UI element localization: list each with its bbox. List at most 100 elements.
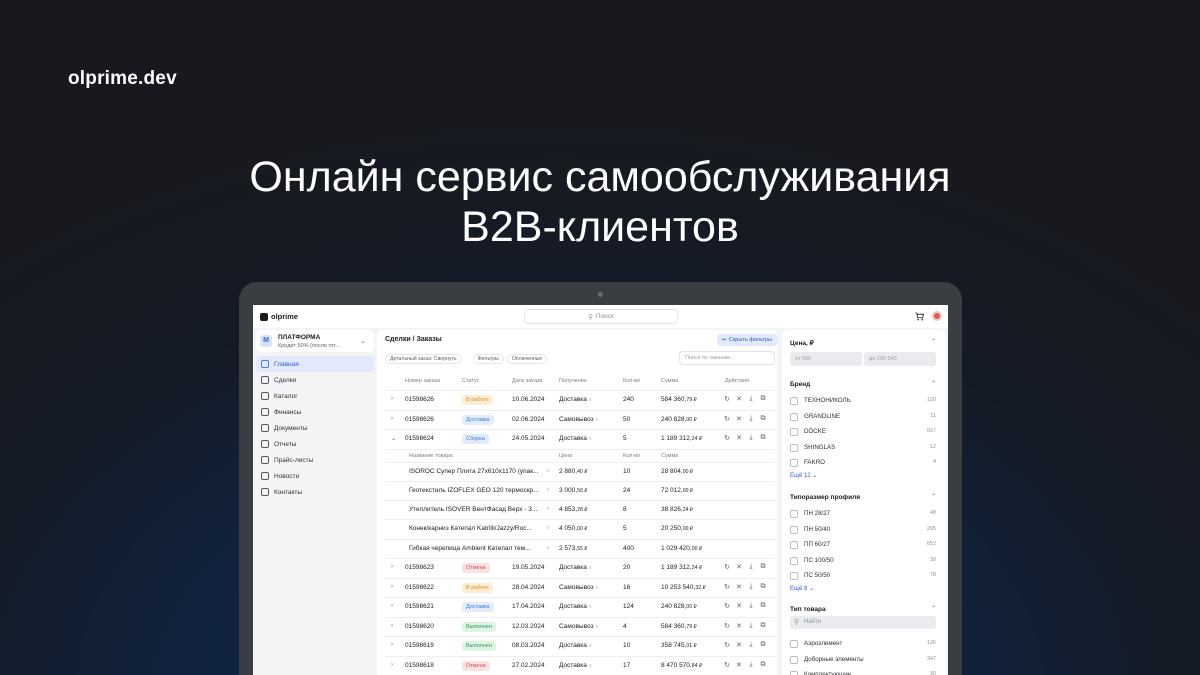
filter-option[interactable]: DÖCKE 567 (790, 427, 940, 439)
chevron-right-icon[interactable]: › (391, 396, 393, 402)
external-link-icon[interactable]: ⧉ (759, 563, 767, 571)
refresh-icon[interactable]: ↻ (723, 602, 731, 610)
close-icon[interactable]: ✕ (735, 641, 743, 649)
checkbox[interactable] (790, 443, 798, 452)
sidebar-item[interactable]: Главная (256, 356, 374, 372)
close-icon[interactable]: ✕ (735, 395, 743, 403)
external-link-icon[interactable]: ⧉ (759, 434, 767, 442)
filter-option[interactable]: ПН 50/40 295 (790, 525, 940, 537)
refresh-icon[interactable]: ↻ (723, 415, 731, 423)
filter-option[interactable]: ПС 50/50 78 (790, 571, 940, 583)
brand-more-link[interactable]: Ещё 12 ⌄ (790, 472, 817, 479)
filter-option[interactable]: GRANDLINE 11 (790, 412, 940, 424)
table-row[interactable]: › 01598626 В работе 10.06.2024 Доставка ≡ 240 5… (385, 390, 775, 409)
download-icon[interactable]: ⤓ (747, 395, 755, 403)
chevron-right-icon[interactable]: › (391, 642, 393, 648)
close-icon[interactable]: ✕ (735, 415, 743, 423)
chevron-right-icon[interactable]: › (391, 662, 393, 668)
download-icon[interactable]: ⤓ (747, 583, 755, 591)
download-icon[interactable]: ⤓ (747, 415, 755, 423)
close-icon[interactable]: ✕ (735, 434, 743, 442)
pill-filters[interactable]: Фильтры (472, 354, 504, 364)
cart-icon[interactable] (915, 312, 924, 321)
refresh-icon[interactable]: ↻ (723, 434, 731, 442)
sidebar-item[interactable]: Документы (256, 420, 374, 436)
table-row[interactable]: › 01598623 Отмена 19.05.2024 Доставка ≡ 20 1 18… (385, 558, 775, 577)
table-row[interactable]: › 01598620 Выполнен 12.03.2024 Самовывоз ≡ 4 58… (385, 616, 775, 636)
hide-filters-button[interactable]: ⇤ Скрыть фильтры (717, 334, 777, 346)
external-link-icon[interactable]: ⧉ (759, 415, 767, 423)
global-search-input[interactable]: ⚲ Поиск (524, 309, 678, 324)
checkbox[interactable] (790, 397, 798, 405)
refresh-icon[interactable]: ↻ (723, 641, 731, 649)
refresh-icon[interactable]: ↻ (723, 622, 731, 630)
col-date[interactable]: Дата заказа (512, 378, 542, 384)
chevron-down-icon[interactable]: ⌄ (391, 435, 396, 442)
checkbox[interactable] (790, 459, 798, 467)
download-icon[interactable]: ⤓ (747, 563, 755, 571)
download-icon[interactable]: ⤓ (747, 622, 755, 630)
sidebar-item[interactable]: Каталог (256, 388, 374, 404)
external-link-icon[interactable]: ⧉ (759, 641, 767, 649)
sidebar-item[interactable]: Прайс-листы (256, 452, 374, 468)
refresh-icon[interactable]: ↻ (723, 583, 731, 591)
order-search-input[interactable]: Поиск по заказам... (679, 351, 775, 365)
external-link-icon[interactable]: ⧉ (759, 602, 767, 610)
app-logo[interactable]: olprime (260, 312, 298, 321)
chevron-up-icon[interactable]: ⌃ (931, 605, 936, 612)
col-status[interactable]: Статус (462, 378, 479, 384)
filter-option[interactable]: ПП 60/27 652 (790, 540, 940, 552)
sidebar-item[interactable]: Сделки (256, 372, 374, 388)
external-link-icon[interactable]: ⧉ (759, 395, 767, 403)
download-icon[interactable]: ⤓ (747, 641, 755, 649)
table-row[interactable]: › 01598618 Отмена 27.02.2024 Доставка ≡ 17 8 47… (385, 655, 775, 675)
profile-more-link[interactable]: Ещё 8 ⌄ (790, 585, 814, 592)
refresh-icon[interactable]: ↻ (723, 395, 731, 403)
col-sum[interactable]: Сумма (661, 378, 678, 384)
download-icon[interactable]: ⤓ (747, 602, 755, 610)
sidebar-item[interactable]: Финансы (256, 404, 374, 420)
chevron-right-icon[interactable]: › (391, 603, 393, 609)
filter-option[interactable]: ПН 28/27 48 (790, 509, 940, 521)
pill-detail-collapse[interactable]: Детальный заказ: Свернуть (385, 354, 462, 364)
close-icon[interactable]: ✕ (735, 563, 743, 571)
chevron-up-icon[interactable]: ⌃ (931, 338, 936, 345)
col-qty[interactable]: Кол-во (623, 378, 640, 384)
table-row[interactable]: › 01598619 Выполнен 08.03.2024 Доставка ≡ 10 35… (385, 636, 775, 655)
col-delivery[interactable]: Получение (559, 378, 587, 384)
close-icon[interactable]: ✕ (735, 622, 743, 630)
close-icon[interactable]: ✕ (735, 661, 743, 669)
user-avatar[interactable] (932, 311, 942, 321)
price-from-input[interactable]: от 500 (790, 352, 862, 366)
close-icon[interactable]: ✕ (735, 602, 743, 610)
filter-option[interactable]: Доборные элементы 347 (790, 655, 940, 667)
download-icon[interactable]: ⤓ (747, 661, 755, 669)
external-link-icon[interactable]: ⧉ (759, 583, 767, 591)
checkbox[interactable] (790, 412, 798, 421)
table-row[interactable]: › 01598626 Доставка 02.06.2024 Самовывоз ≡ 50 2… (385, 409, 775, 429)
checkbox[interactable] (790, 510, 798, 518)
chevron-right-icon[interactable]: › (391, 564, 393, 570)
org-switcher[interactable]: M ПЛАТФОРМА Кредит 50% (после отг... ⌄ (256, 330, 374, 352)
chevron-right-icon[interactable]: › (391, 623, 393, 629)
checkbox[interactable] (790, 655, 798, 664)
table-row[interactable]: ⌄ 01598624 Сборка 24.05.2024 Доставка ≡ 5 1 189… (385, 429, 775, 448)
external-link-icon[interactable]: ⧉ (759, 622, 767, 630)
table-row[interactable]: › 01598621 Доставка 17.04.2024 Доставка ≡ 124 2… (385, 597, 775, 616)
type-search-input[interactable]: ⚲ Найти (790, 616, 936, 629)
checkbox[interactable] (790, 640, 798, 648)
refresh-icon[interactable]: ↻ (723, 661, 731, 669)
chevron-right-icon[interactable]: › (391, 584, 393, 590)
pill-paid[interactable]: Оплаченные (506, 354, 548, 364)
filter-option[interactable]: FAKRO 4 (790, 458, 940, 470)
price-to-input[interactable]: до 200 540 (864, 352, 936, 366)
download-icon[interactable]: ⤓ (747, 434, 755, 442)
checkbox[interactable] (790, 556, 798, 565)
checkbox[interactable] (790, 428, 798, 436)
sidebar-item[interactable]: Отчеты (256, 436, 374, 452)
chevron-up-icon[interactable]: ⌃ (931, 380, 936, 387)
chevron-up-icon[interactable]: ⌃ (931, 493, 936, 500)
filter-option[interactable]: ТЕХНОНИКОЛЬ 120 (790, 396, 940, 408)
filter-option[interactable]: ПС 100/50 30 (790, 556, 940, 568)
close-icon[interactable]: ✕ (735, 583, 743, 591)
